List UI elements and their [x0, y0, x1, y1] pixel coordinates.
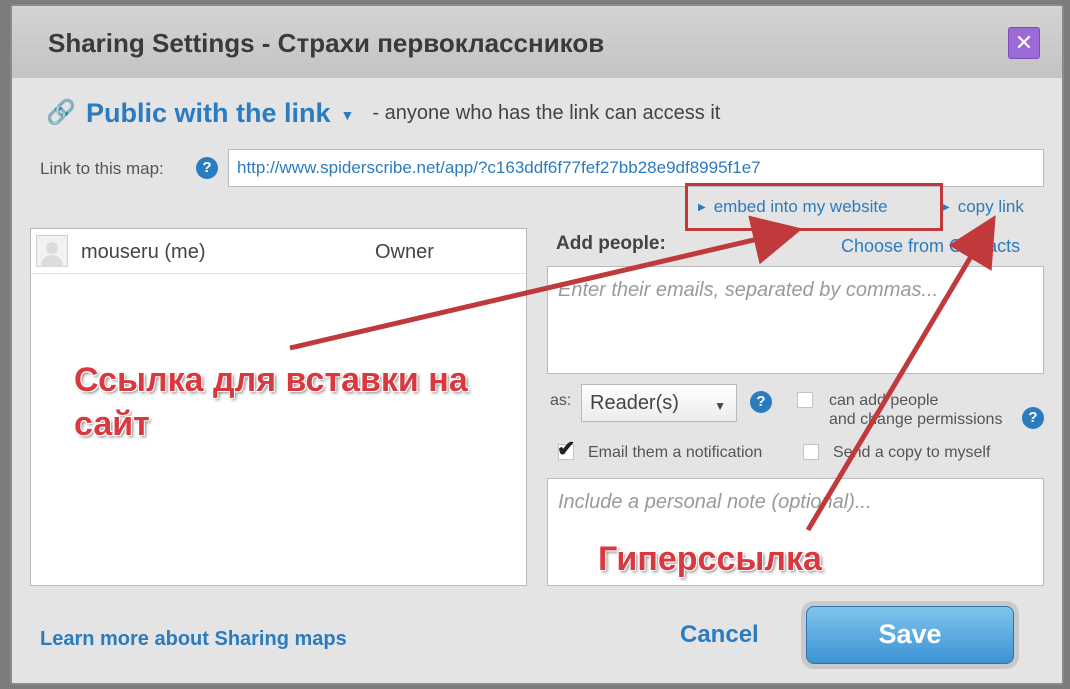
can-add-people-checkbox[interactable]	[797, 392, 813, 408]
emails-input[interactable]: Enter their emails, separated by commas.…	[547, 266, 1044, 374]
annotation-highlight-box	[685, 183, 943, 231]
embed-annotation-text: Ссылка для вставки на сайт	[74, 358, 468, 446]
save-button[interactable]: Save	[806, 606, 1014, 664]
role-value: Reader(s)	[590, 392, 679, 414]
person-name: mouseru (me)	[81, 241, 206, 263]
chevron-down-icon: ▼	[714, 399, 726, 413]
chevron-down-icon[interactable]: ▼	[341, 107, 355, 123]
help-icon[interactable]: ?	[196, 157, 218, 179]
avatar	[36, 235, 68, 267]
link-url-field[interactable]: http://www.spiderscribe.net/app/?c163ddf…	[228, 149, 1044, 187]
visibility-selector[interactable]: 🔗 Public with the link ▼ - anyone who ha…	[46, 96, 720, 130]
link-label: Link to this map:	[40, 159, 164, 178]
email-notification-label: Email them a notification	[588, 444, 763, 461]
copy-link-label: copy link	[957, 197, 1024, 216]
as-label: as:	[550, 392, 572, 409]
learn-more-link[interactable]: Learn more about Sharing maps	[40, 628, 347, 651]
checkmark-icon: ✔	[557, 436, 576, 461]
list-item: mouseru (me) Owner	[31, 229, 526, 274]
link-chain-icon: 🔗	[46, 99, 76, 126]
can-add-line-2: and change permissions	[829, 411, 1003, 428]
choose-contacts-link[interactable]: Choose from Contacts	[841, 236, 1020, 257]
role-select[interactable]: Reader(s) ▼	[581, 384, 737, 422]
visibility-description: - anyone who has the link can access it	[372, 101, 721, 124]
hyperlink-annotation-text: Гиперссылка	[598, 540, 822, 578]
add-people-label: Add people:	[556, 233, 666, 254]
emails-placeholder: Enter their emails, separated by commas.…	[558, 279, 939, 301]
copy-link[interactable]: ▶ copy link	[942, 197, 1024, 217]
send-copy-label: Send a copy to myself	[833, 444, 991, 461]
send-copy-checkbox[interactable]	[803, 444, 819, 460]
can-add-line-1: can add people	[829, 392, 939, 409]
person-role: Owner	[375, 241, 434, 263]
help-icon[interactable]: ?	[1022, 407, 1044, 429]
visibility-mode[interactable]: Public with the link	[86, 98, 331, 129]
embed-annotation-line-2: сайт	[74, 405, 150, 443]
triangle-right-icon: ▶	[942, 202, 950, 213]
note-placeholder: Include a personal note (optional)...	[558, 491, 872, 513]
help-icon[interactable]: ?	[750, 391, 772, 413]
can-add-people-label: can add people and change permissions	[829, 391, 1002, 429]
embed-annotation-line-1: Ссылка для вставки на	[74, 361, 468, 399]
cancel-button[interactable]: Cancel	[680, 621, 759, 649]
